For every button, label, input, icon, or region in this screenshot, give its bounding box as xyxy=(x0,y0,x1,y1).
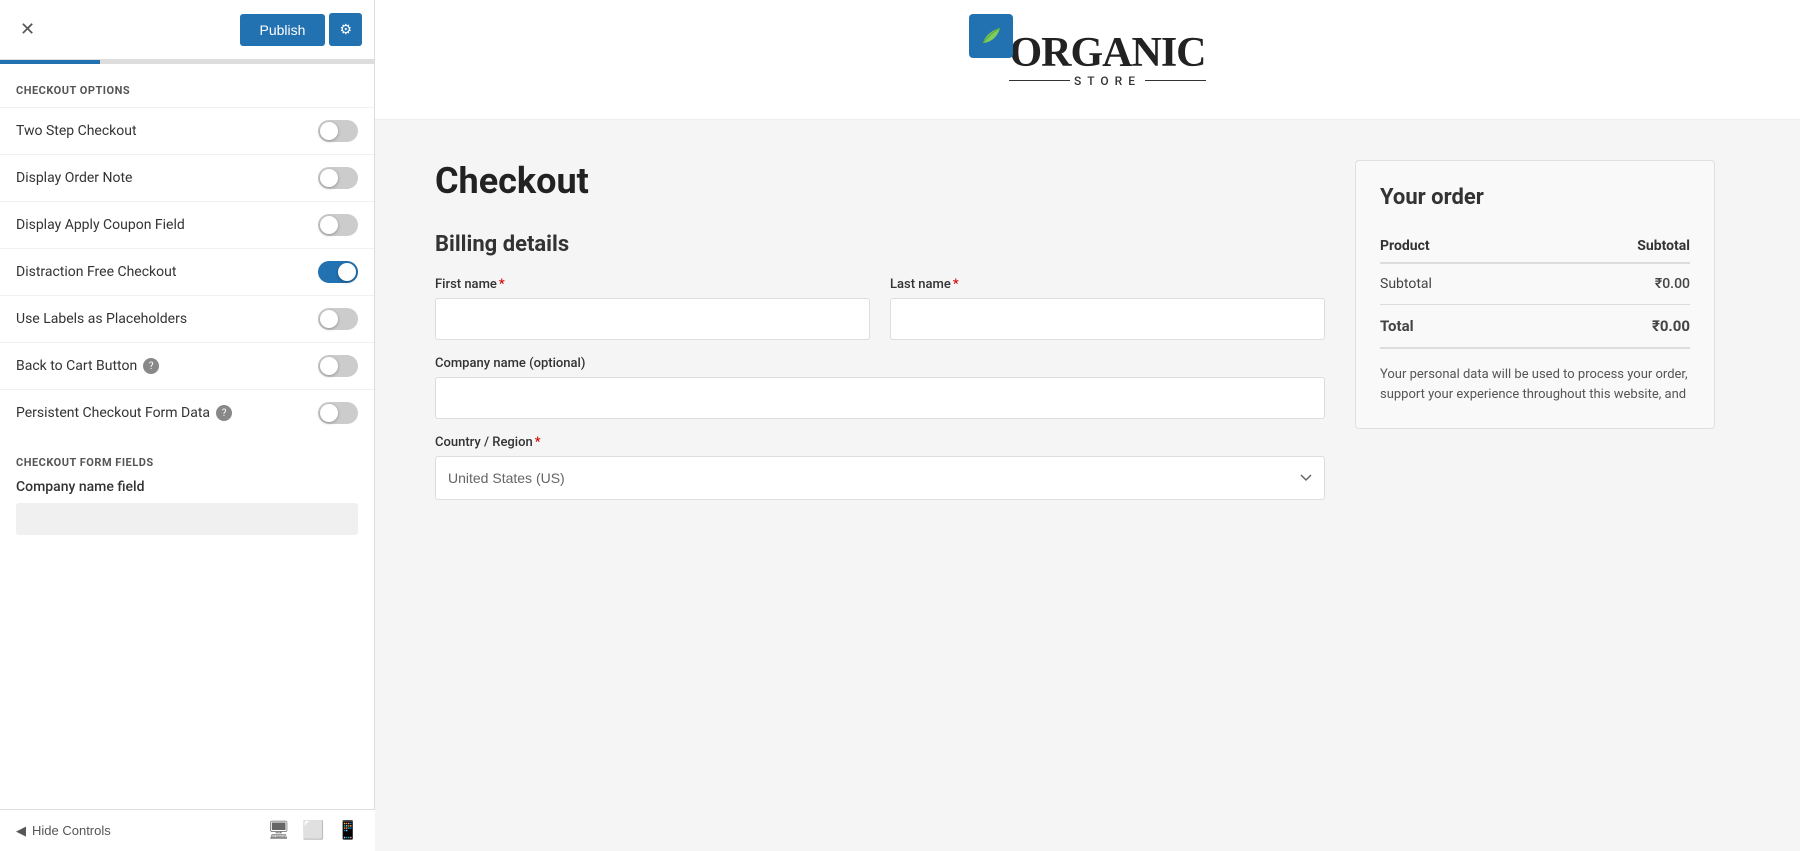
country-group: Country / Region* United States (US) xyxy=(435,435,1325,500)
option-order-note: Display Order Note xyxy=(0,154,374,201)
logo-text-area: ORGANIC STORE xyxy=(1009,32,1205,88)
hide-controls-label: Hide Controls xyxy=(32,823,111,838)
tablet-icon[interactable]: ⬜ xyxy=(302,820,324,841)
company-field-label: Company name field xyxy=(16,479,358,495)
store-header: ORGANIC STORE xyxy=(375,0,1800,120)
hide-controls-button[interactable]: ◀ Hide Controls xyxy=(16,823,111,839)
toggle-persistent-form[interactable] xyxy=(318,402,358,424)
checkout-options-title: CHECKOUT OPTIONS xyxy=(0,64,374,107)
company-group: Company name (optional) xyxy=(435,356,1325,419)
company-row: Company name (optional) xyxy=(435,356,1325,419)
toggle-labels-placeholders[interactable] xyxy=(318,308,358,330)
order-summary: Your order Product Subtotal Subtotal ₹0.… xyxy=(1355,160,1715,429)
option-persistent-form: Persistent Checkout Form Data ? xyxy=(0,389,374,436)
total-label: Total xyxy=(1380,305,1534,349)
country-required: * xyxy=(535,435,541,450)
checkout-form-fields-title: CHECKOUT FORM FIELDS xyxy=(0,436,374,479)
first-name-required: * xyxy=(499,277,505,292)
product-col-header: Product xyxy=(1380,230,1534,263)
first-name-label: First name* xyxy=(435,277,870,292)
total-value: ₹0.00 xyxy=(1534,305,1690,349)
checkout-title: Checkout xyxy=(435,160,1325,202)
checkout-main: Checkout Billing details First name* Las… xyxy=(435,160,1325,516)
billing-title: Billing details xyxy=(435,232,1325,257)
country-select-wrapper: United States (US) xyxy=(435,456,1325,500)
option-label-two-step: Two Step Checkout xyxy=(16,123,137,139)
billing-section: Billing details First name* Last name* xyxy=(435,232,1325,500)
sidebar-header: ✕ Publish ⚙ xyxy=(0,0,374,60)
company-label: Company name (optional) xyxy=(435,356,1325,371)
option-label-labels-placeholders: Use Labels as Placeholders xyxy=(16,311,187,327)
first-name-input[interactable] xyxy=(435,298,870,340)
option-two-step: Two Step Checkout xyxy=(0,107,374,154)
order-title: Your order xyxy=(1380,185,1690,210)
publish-area: Publish ⚙ xyxy=(240,13,362,46)
subtotal-value: ₹0.00 xyxy=(1534,263,1690,305)
toggle-distraction-free[interactable] xyxy=(318,261,358,283)
close-button[interactable]: ✕ xyxy=(12,15,43,44)
help-icon-persistent-form[interactable]: ? xyxy=(216,405,232,421)
option-labels-placeholders: Use Labels as Placeholders xyxy=(0,295,374,342)
help-icon-back-to-cart[interactable]: ? xyxy=(143,358,159,374)
option-label-distraction-free: Distraction Free Checkout xyxy=(16,264,176,280)
name-row: First name* Last name* xyxy=(435,277,1325,340)
first-name-group: First name* xyxy=(435,277,870,340)
main-content: ORGANIC STORE Checkout Billing details xyxy=(375,0,1800,851)
toggle-back-to-cart[interactable] xyxy=(318,355,358,377)
subtotal-col-header: Subtotal xyxy=(1534,230,1690,263)
store-text: STORE xyxy=(1074,74,1141,88)
bottom-controls: ◀ Hide Controls 🖥 ⬜ 📱 xyxy=(0,809,375,851)
order-table: Product Subtotal Subtotal ₹0.00 Total ₹0… xyxy=(1380,230,1690,349)
country-select[interactable]: United States (US) xyxy=(435,456,1325,500)
subtotal-label: Subtotal xyxy=(1380,263,1534,305)
toggle-order-note[interactable] xyxy=(318,167,358,189)
desktop-icon[interactable]: 🖥 xyxy=(267,820,290,841)
option-label-order-note: Display Order Note xyxy=(16,170,132,186)
country-label: Country / Region* xyxy=(435,435,1325,450)
company-field-toggle-bar[interactable] xyxy=(16,503,358,535)
country-row: Country / Region* United States (US) xyxy=(435,435,1325,500)
privacy-text: Your personal data will be used to proce… xyxy=(1380,365,1690,404)
last-name-required: * xyxy=(953,277,959,292)
total-row: Total ₹0.00 xyxy=(1380,305,1690,349)
option-back-to-cart: Back to Cart Button ? xyxy=(0,342,374,389)
organic-text: ORGANIC xyxy=(1009,32,1205,74)
publish-button[interactable]: Publish xyxy=(240,14,326,46)
option-label-coupon-field: Display Apply Coupon Field xyxy=(16,217,185,233)
checkout-body: Checkout Billing details First name* Las… xyxy=(375,120,1775,556)
device-icons: 🖥 ⬜ 📱 xyxy=(267,820,359,841)
gear-button[interactable]: ⚙ xyxy=(329,13,362,46)
hide-controls-circle-icon: ◀ xyxy=(16,823,26,839)
option-label-persistent-form: Persistent Checkout Form Data ? xyxy=(16,405,232,421)
leaf-icon xyxy=(978,23,1004,49)
company-input[interactable] xyxy=(435,377,1325,419)
option-label-back-to-cart: Back to Cart Button ? xyxy=(16,358,159,374)
store-logo: ORGANIC STORE xyxy=(969,32,1205,88)
company-name-section: Company name field xyxy=(0,479,374,551)
toggle-two-step[interactable] xyxy=(318,120,358,142)
option-distraction-free: Distraction Free Checkout xyxy=(0,248,374,295)
toggle-coupon-field[interactable] xyxy=(318,214,358,236)
last-name-group: Last name* xyxy=(890,277,1325,340)
subtotal-row: Subtotal ₹0.00 xyxy=(1380,263,1690,305)
mobile-icon[interactable]: 📱 xyxy=(337,820,359,841)
last-name-input[interactable] xyxy=(890,298,1325,340)
option-coupon-field: Display Apply Coupon Field xyxy=(0,201,374,248)
last-name-label: Last name* xyxy=(890,277,1325,292)
sidebar: ✕ Publish ⚙ CHECKOUT OPTIONS Two Step Ch… xyxy=(0,0,375,851)
